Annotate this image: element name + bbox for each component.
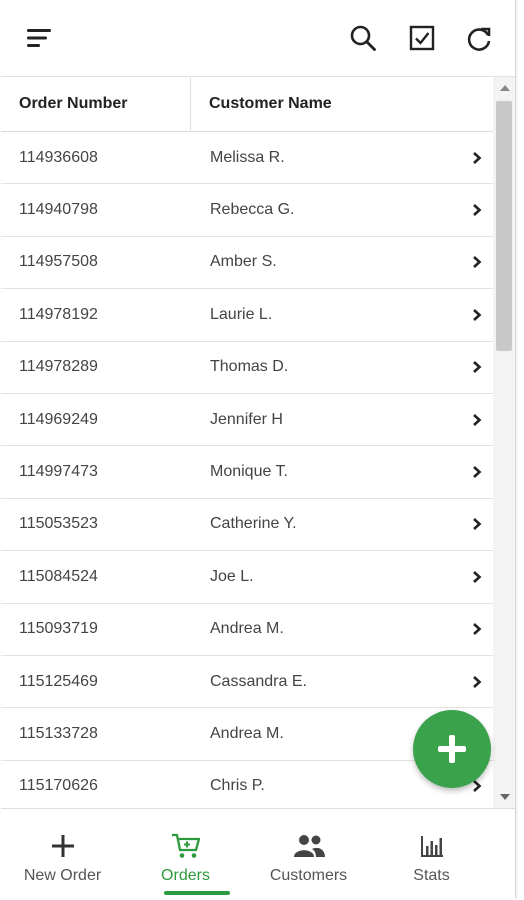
nav-label-orders: Orders	[161, 867, 210, 884]
customer-name-cell: Amber S.	[210, 253, 277, 271]
chevron-right-icon[interactable]	[471, 255, 483, 269]
table-body: 114936608 Melissa R. 114940798 Rebecca G. 11…	[1, 132, 493, 808]
cart-icon	[171, 831, 201, 861]
app-frame: Order Number Customer Name 114936608 Meli…	[1, 0, 516, 898]
order-number-cell: 114997473	[19, 463, 98, 481]
order-number-cell: 114969249	[19, 410, 98, 428]
table-row[interactable]: 114957508 Amber S.	[1, 237, 493, 290]
table-row[interactable]: 114936608 Melissa R.	[1, 132, 493, 185]
column-header-order-number[interactable]: Order Number	[1, 77, 191, 131]
nav-item-orders[interactable]: Orders	[124, 809, 247, 898]
chevron-right-icon[interactable]	[471, 517, 483, 531]
customer-name-cell: Joe L.	[210, 567, 254, 585]
customer-name-cell: Monique T.	[210, 463, 288, 481]
customer-name-cell: Andrea M.	[210, 620, 284, 638]
customer-name-cell: Thomas D.	[210, 358, 289, 376]
order-number-cell: 114936608	[19, 148, 98, 166]
nav-label-new-order: New Order	[23, 867, 102, 884]
chevron-right-icon[interactable]	[471, 203, 483, 217]
nav-label-customers: Customers	[269, 867, 348, 884]
plus-icon	[438, 735, 466, 763]
chevron-right-icon[interactable]	[471, 360, 483, 374]
customer-name-cell: Jennifer H	[210, 410, 283, 428]
table-row[interactable]: 115125469 Cassandra E.	[1, 656, 493, 709]
chevron-right-icon[interactable]	[471, 465, 483, 479]
search-icon[interactable]	[345, 20, 381, 56]
customer-name-cell: Cassandra E.	[210, 672, 307, 690]
table-row[interactable]: 114969249 Jennifer H	[1, 394, 493, 447]
nav-label-stats: Stats	[413, 867, 450, 884]
table-row[interactable]: 114978192 Laurie L.	[1, 289, 493, 342]
table-row[interactable]: 115093719 Andrea M.	[1, 604, 493, 656]
refresh-icon[interactable]	[459, 20, 499, 56]
chevron-right-icon[interactable]	[471, 675, 483, 689]
plus-icon	[51, 831, 75, 861]
table-row[interactable]: 115053523 Catherine Y.	[1, 499, 493, 552]
scroll-down-arrow-icon[interactable]	[500, 794, 510, 800]
order-number-cell: 115093719	[19, 620, 98, 638]
customer-name-cell: Rebecca G.	[210, 201, 295, 219]
order-number-cell: 115084524	[19, 567, 98, 585]
chevron-right-icon[interactable]	[471, 308, 483, 322]
people-icon	[292, 831, 326, 861]
top-toolbar	[1, 0, 515, 77]
table-row[interactable]: 114940798 Rebecca G.	[1, 184, 493, 237]
table-row[interactable]: 114997473 Monique T.	[1, 446, 493, 499]
order-number-cell: 115053523	[19, 515, 98, 533]
checkbox-icon[interactable]	[403, 20, 441, 56]
table-row[interactable]: 114978289 Thomas D.	[1, 342, 493, 394]
chevron-right-icon[interactable]	[471, 413, 483, 427]
add-order-fab-button[interactable]	[413, 710, 491, 788]
nav-item-stats[interactable]: Stats	[370, 809, 493, 898]
active-tab-indicator	[164, 891, 230, 895]
scrollbar[interactable]	[493, 77, 515, 808]
chevron-right-icon[interactable]	[471, 570, 483, 584]
bottom-navigation: New Order Orders Customers Stats	[1, 808, 515, 898]
customer-name-cell: Laurie L.	[210, 305, 273, 323]
order-number-cell: 115133728	[19, 724, 98, 742]
menu-icon[interactable]	[21, 22, 57, 54]
table-header: Order Number Customer Name	[1, 77, 493, 132]
orders-table: Order Number Customer Name 114936608 Meli…	[1, 77, 493, 808]
order-number-cell: 114978192	[19, 305, 98, 323]
customer-name-cell: Melissa R.	[210, 148, 285, 166]
customer-name-cell: Catherine Y.	[210, 515, 297, 533]
column-header-customer-name[interactable]: Customer Name	[191, 77, 332, 131]
chevron-right-icon[interactable]	[471, 622, 483, 636]
table-row[interactable]: 115084524 Joe L.	[1, 551, 493, 604]
scroll-up-arrow-icon[interactable]	[500, 85, 510, 91]
order-number-cell: 115125469	[19, 672, 98, 690]
nav-item-new-order[interactable]: New Order	[1, 809, 124, 898]
scroll-thumb[interactable]	[496, 101, 512, 351]
chevron-right-icon[interactable]	[471, 151, 483, 165]
bar-chart-icon	[419, 831, 445, 861]
order-number-cell: 114940798	[19, 201, 98, 219]
nav-item-customers[interactable]: Customers	[247, 809, 370, 898]
order-number-cell: 114978289	[19, 358, 98, 376]
order-number-cell: 114957508	[19, 253, 98, 271]
order-number-cell: 115170626	[19, 777, 98, 795]
